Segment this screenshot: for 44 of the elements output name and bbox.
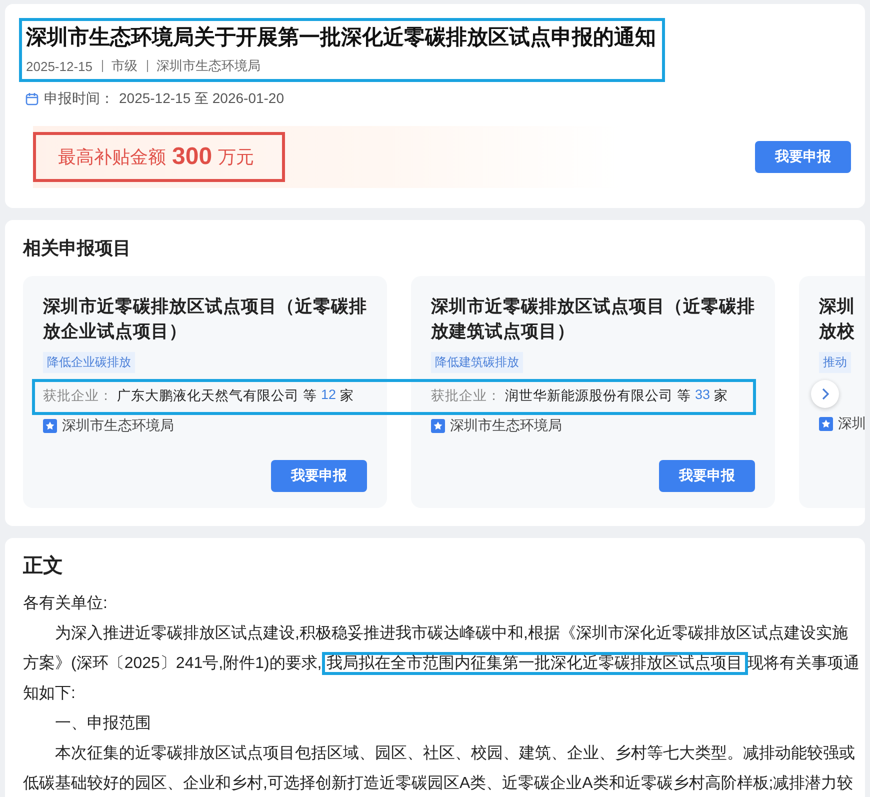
notice-title: 深圳市生态环境局关于开展第一批深化近零碳排放区试点申报的通知 <box>26 24 656 51</box>
project-tag: 推动 <box>819 352 851 373</box>
project-tag: 降低企业碳排放 <box>43 352 135 373</box>
approved-count: 33 <box>695 387 710 404</box>
star-icon <box>43 419 57 433</box>
period-text: 2025-12-15 至 2026-01-20 <box>119 90 284 108</box>
project-title: 深圳市近零碳排放区试点项目（近零碳排 放建筑试点项目） <box>431 295 755 343</box>
approved-company: 广东大鹏液化天然气有限公司 <box>117 387 299 405</box>
project-card[interactable]: 深圳 放校 推动 深圳 <box>799 276 865 508</box>
body-paragraph: 本次征集的近零碳排放区试点项目包括区域、园区、社区、校园、建筑、企业、乡村等七大类型。减排动能较强或低碳基础较好的园区、企业和乡村,可选择创新打造近零碳园区A类、近零碳企业A类和近零碳乡村高阶样板;减排潜力较 <box>23 744 856 794</box>
project-card[interactable]: 深圳市近零碳排放区试点项目（近零碳排 放建筑试点项目） 降低建筑碳排放 获批企业： 润世华新能源股份有限公司 等 33 家 深圳市生态环境局 我要申报 <box>411 276 775 508</box>
apply-button[interactable]: 我要申报 <box>755 141 851 173</box>
approved-more: 等 <box>677 387 691 405</box>
approved-count: 12 <box>321 387 336 404</box>
apply-button[interactable]: 我要申报 <box>659 460 755 492</box>
approved-unit: 家 <box>714 387 728 405</box>
subsidy-amount: 300 <box>172 143 212 171</box>
section-heading: 相关申报项目 <box>23 237 132 260</box>
period-label: 申报时间： <box>44 90 114 108</box>
meta-text: 深圳市生态环境局 <box>156 57 260 75</box>
star-icon <box>431 419 445 433</box>
chevron-right-icon <box>820 387 830 401</box>
calendar-icon <box>25 92 39 106</box>
section-heading: 正文 <box>23 554 64 579</box>
body-paragraph: 一、申报范围 <box>54 714 152 734</box>
project-title: 深圳 放校 <box>819 295 856 343</box>
meta-text: 市级 <box>112 57 138 75</box>
project-card[interactable]: 深圳市近零碳排放区试点项目（近零碳排 放企业试点项目） 降低企业碳排放 获批企业： 广东大鹏液化天然气有限公司 等 12 家 深圳市生态环境局 我要申报 <box>23 276 387 508</box>
approved-label: 获批企业： <box>431 387 501 405</box>
approved-unit: 家 <box>340 387 354 405</box>
project-tag: 降低建筑碳排放 <box>431 352 523 373</box>
subsidy-label: 最高补贴金额 <box>58 146 166 169</box>
subsidy-unit: 万元 <box>218 146 254 169</box>
project-title: 深圳市近零碳排放区试点项目（近零碳排 放企业试点项目） <box>43 295 367 343</box>
issuer-text: 深圳 <box>838 415 865 433</box>
approved-company: 润世华新能源股份有限公司 <box>505 387 673 405</box>
approved-more: 等 <box>303 387 317 405</box>
star-icon <box>819 417 833 431</box>
issuer-text: 深圳市生态环境局 <box>450 417 562 435</box>
approved-label: 获批企业： <box>43 387 113 405</box>
body-paragraph: 各有关单位: <box>23 594 108 614</box>
apply-button[interactable]: 我要申报 <box>271 460 367 492</box>
issuer-text: 深圳市生态环境局 <box>62 417 174 435</box>
meta-text: 2025-12-15 <box>26 58 92 74</box>
